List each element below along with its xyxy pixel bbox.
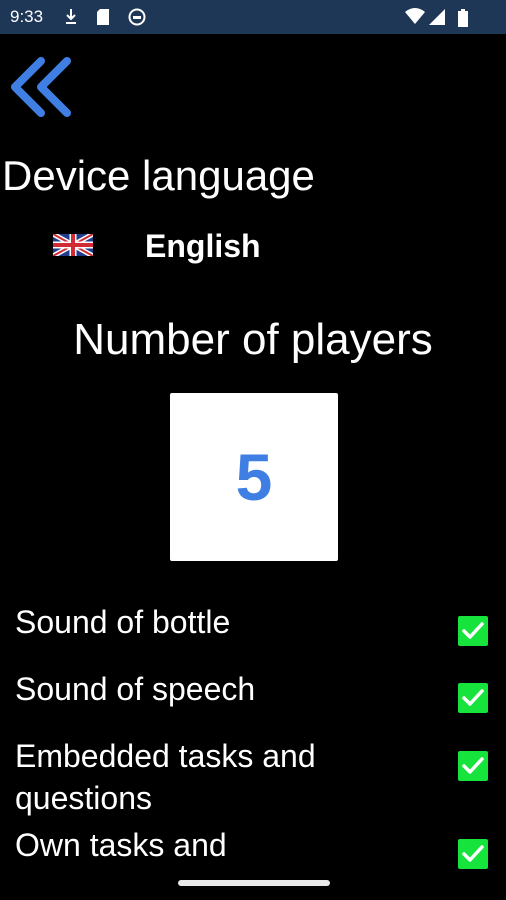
- player-count-value: 5: [235, 440, 273, 514]
- battery-icon: [458, 9, 468, 32]
- player-count-box[interactable]: 5: [170, 393, 338, 561]
- back-button[interactable]: [5, 55, 75, 119]
- option-label-embedded-tasks: Embedded tasks and questions: [15, 738, 316, 816]
- option-label-own-tasks: Own tasks and: [15, 827, 227, 863]
- checkbox-sound-of-bottle[interactable]: [458, 616, 488, 646]
- checkmark-icon: [462, 757, 484, 774]
- checkmark-icon: [462, 845, 484, 862]
- status-time: 9:33: [10, 7, 44, 26]
- sd-card-icon: [96, 8, 110, 31]
- gesture-nav-handle[interactable]: [178, 880, 330, 886]
- wifi-icon: [404, 7, 426, 30]
- app-icon: [128, 8, 146, 31]
- language-value: English: [145, 228, 261, 264]
- checkbox-embedded-tasks[interactable]: [458, 751, 488, 781]
- checkbox-own-tasks[interactable]: [458, 839, 488, 869]
- uk-flag-icon: [51, 231, 95, 259]
- double-chevron-left-icon: [11, 57, 71, 117]
- device-language-title: Device language: [2, 152, 315, 199]
- number-of-players-title: Number of players: [73, 315, 433, 364]
- checkbox-sound-of-speech[interactable]: [458, 683, 488, 713]
- checkmark-icon: [462, 622, 484, 639]
- checkmark-icon: [462, 689, 484, 706]
- signal-icon: [428, 8, 446, 31]
- option-label-sound-of-bottle: Sound of bottle: [15, 604, 231, 640]
- option-label-sound-of-speech: Sound of speech: [15, 671, 256, 707]
- download-icon: [64, 8, 78, 31]
- language-selector[interactable]: English: [50, 225, 350, 267]
- status-bar: 9:33: [0, 0, 506, 34]
